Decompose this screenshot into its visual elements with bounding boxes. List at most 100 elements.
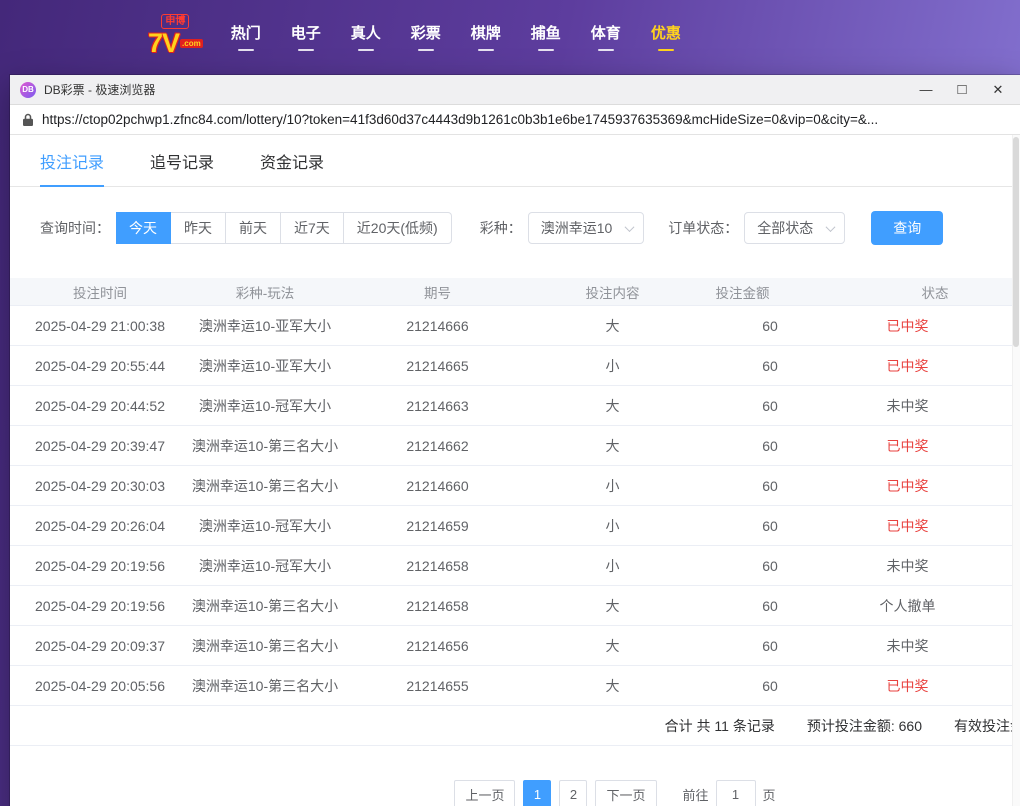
lottery-select[interactable]: 澳洲幸运10 xyxy=(528,212,645,244)
cell-bet-content: 大 xyxy=(535,636,690,656)
window-titlebar[interactable]: DB DB彩票 - 极速浏览器 — □ ✕ xyxy=(10,75,1020,105)
nav-menu-item[interactable]: 捕鱼 xyxy=(531,22,561,51)
goto-page-input[interactable] xyxy=(716,780,756,806)
cell-bet-time: 2025-04-29 20:26:04 xyxy=(10,518,190,534)
table-row: 2025-04-29 20:39:47 澳洲幸运10-第三名大小 2121466… xyxy=(10,426,1020,466)
site-top-nav: 申博 7V.com 热门 电子 真人 彩票 棋牌 捕鱼 体育 优惠 xyxy=(0,0,1020,72)
cell-status: 已中奖 xyxy=(850,316,1020,336)
nav-menu-item[interactable]: 优惠 xyxy=(651,22,681,51)
table-header-row: 投注时间 彩种-玩法 期号 投注内容 投注金额 状态 xyxy=(10,278,1020,306)
nav-menu-item-label: 优惠 xyxy=(651,25,681,42)
record-tab[interactable]: 投注记录 xyxy=(40,149,104,187)
nav-menu-item[interactable]: 电子 xyxy=(291,22,321,51)
time-range-button[interactable]: 近20天(低频) xyxy=(344,212,452,244)
prev-page-button[interactable]: 上一页 xyxy=(454,780,515,806)
minimize-button[interactable]: — xyxy=(908,76,944,104)
cell-bet-content: 小 xyxy=(535,516,690,536)
page-number-button[interactable]: 2 xyxy=(559,780,587,806)
summary-total: 合计 共 11 条记录 xyxy=(665,716,775,736)
logo-tag: 申博 xyxy=(161,14,189,29)
cell-status: 未中奖 xyxy=(850,556,1020,576)
cell-game-play: 澳洲幸运10-第三名大小 xyxy=(190,596,340,616)
cell-bet-time: 2025-04-29 20:05:56 xyxy=(10,678,190,694)
cell-game-play: 澳洲幸运10-冠军大小 xyxy=(190,556,340,576)
cell-status: 个人撤单 xyxy=(850,596,1020,616)
cell-bet-amount: 60 xyxy=(690,558,850,574)
time-range-button-label: 今天 xyxy=(129,220,157,236)
bet-records-table: 投注时间 彩种-玩法 期号 投注内容 投注金额 状态 2025-04-29 21… xyxy=(10,278,1020,706)
table-header-cell: 投注金额 xyxy=(690,282,850,302)
cell-bet-amount: 60 xyxy=(690,318,850,334)
cell-issue-number: 21214659 xyxy=(340,518,535,534)
time-range-button-label: 近7天 xyxy=(294,220,330,236)
site-logo[interactable]: 申博 7V.com xyxy=(148,14,203,58)
cell-bet-time: 2025-04-29 21:00:38 xyxy=(10,318,190,334)
cell-game-play: 澳洲幸运10-冠军大小 xyxy=(190,396,340,416)
address-bar[interactable]: https://ctop02pchwp1.zfnc84.com/lottery/… xyxy=(10,105,1020,135)
cell-bet-time: 2025-04-29 20:09:37 xyxy=(10,638,190,654)
table-header-cell: 期号 xyxy=(340,282,535,302)
table-row: 2025-04-29 20:55:44 澳洲幸运10-亚军大小 21214665… xyxy=(10,346,1020,386)
time-range-group: 今天 昨天 前天 近7天 近20天(低频) xyxy=(116,212,452,244)
order-status-label: 订单状态： xyxy=(668,218,738,238)
table-row: 2025-04-29 20:26:04 澳洲幸运10-冠军大小 21214659… xyxy=(10,506,1020,546)
cell-bet-time: 2025-04-29 20:39:47 xyxy=(10,438,190,454)
chevron-down-icon xyxy=(826,222,836,232)
nav-menu-item[interactable]: 热门 xyxy=(231,22,261,51)
nav-menu-item[interactable]: 体育 xyxy=(591,22,621,51)
maximize-button[interactable]: □ xyxy=(944,76,980,104)
time-range-button[interactable]: 近7天 xyxy=(281,212,344,244)
cell-status: 未中奖 xyxy=(850,396,1020,416)
table-header-cell: 投注时间 xyxy=(10,282,190,302)
time-range-button-label: 昨天 xyxy=(184,220,212,236)
cell-status: 未中奖 xyxy=(850,636,1020,656)
time-range-button-label: 前天 xyxy=(239,220,267,236)
cell-issue-number: 21214658 xyxy=(340,598,535,614)
record-tab[interactable]: 追号记录 xyxy=(150,149,214,186)
pagination: 上一页 1 2 下一页 前往 页 xyxy=(10,780,1020,806)
nav-menu-item-label: 体育 xyxy=(591,25,621,42)
next-page-button[interactable]: 下一页 xyxy=(595,780,656,806)
scrollbar[interactable] xyxy=(1012,135,1020,806)
time-range-button-label: 近20天(低频) xyxy=(357,220,438,236)
nav-menu-item-label: 电子 xyxy=(291,25,321,42)
time-range-button[interactable]: 前天 xyxy=(226,212,281,244)
table-header-cell: 彩种-玩法 xyxy=(190,282,340,302)
table-row: 2025-04-29 20:05:56 澳洲幸运10-第三名大小 2121465… xyxy=(10,666,1020,706)
record-tab[interactable]: 资金记录 xyxy=(260,149,324,186)
time-range-button[interactable]: 昨天 xyxy=(171,212,226,244)
summary-bar: 合计 共 11 条记录 预计投注金额: 660 有效投注金额 xyxy=(10,706,1020,746)
record-tab-label: 投注记录 xyxy=(40,155,104,172)
cell-status: 已中奖 xyxy=(850,516,1020,536)
table-row: 2025-04-29 20:09:37 澳洲幸运10-第三名大小 2121465… xyxy=(10,626,1020,666)
app-icon: DB xyxy=(20,82,36,98)
url-text[interactable]: https://ctop02pchwp1.zfnc84.com/lottery/… xyxy=(42,112,878,127)
page-content: 投注记录 追号记录 资金记录 查询时间： 今天 昨天 前天 近7天 近20天(低… xyxy=(10,135,1020,806)
record-tab-label: 资金记录 xyxy=(260,155,324,172)
cell-game-play: 澳洲幸运10-亚军大小 xyxy=(190,316,340,336)
table-row: 2025-04-29 20:44:52 澳洲幸运10-冠军大小 21214663… xyxy=(10,386,1020,426)
nav-menu-item-label: 彩票 xyxy=(411,25,441,42)
cell-bet-time: 2025-04-29 20:55:44 xyxy=(10,358,190,374)
nav-menu-item[interactable]: 彩票 xyxy=(411,22,441,51)
page-number-button[interactable]: 1 xyxy=(523,780,551,806)
search-button[interactable]: 查询 xyxy=(871,211,943,245)
scrollbar-thumb[interactable] xyxy=(1013,137,1019,347)
cell-issue-number: 21214662 xyxy=(340,438,535,454)
cell-bet-amount: 60 xyxy=(690,478,850,494)
cell-game-play: 澳洲幸运10-亚军大小 xyxy=(190,356,340,376)
nav-menu-item[interactable]: 棋牌 xyxy=(471,22,501,51)
order-status-select[interactable]: 全部状态 xyxy=(744,212,845,244)
cell-issue-number: 21214665 xyxy=(340,358,535,374)
cell-bet-amount: 60 xyxy=(690,398,850,414)
nav-menu-item[interactable]: 真人 xyxy=(351,22,381,51)
order-status-value: 全部状态 xyxy=(757,218,813,238)
close-button[interactable]: ✕ xyxy=(980,76,1016,104)
cell-bet-time: 2025-04-29 20:19:56 xyxy=(10,558,190,574)
lock-icon xyxy=(22,113,34,127)
cell-status: 已中奖 xyxy=(850,676,1020,696)
cell-issue-number: 21214666 xyxy=(340,318,535,334)
logo-com-text: .com xyxy=(180,39,203,48)
table-row: 2025-04-29 21:00:38 澳洲幸运10-亚军大小 21214666… xyxy=(10,306,1020,346)
time-range-button[interactable]: 今天 xyxy=(116,212,171,244)
